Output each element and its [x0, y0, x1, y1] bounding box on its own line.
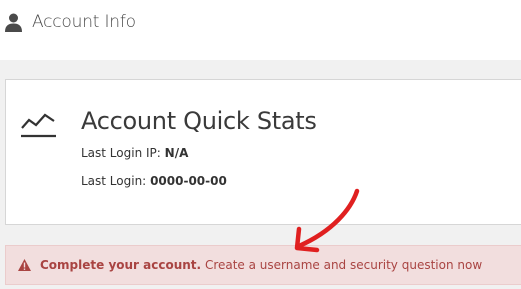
card-title: Account Quick Stats — [81, 107, 317, 135]
line-chart-icon — [21, 113, 56, 138]
last-login-ip-label: Last Login IP: — [81, 146, 161, 160]
alert-bold-text: Complete your account. — [40, 258, 202, 272]
warning-icon — [18, 259, 31, 271]
alert-link[interactable]: Create a username and security question … — [205, 258, 482, 272]
account-quick-stats-card: Account Quick Stats Last Login IP: N/A L… — [5, 79, 521, 225]
last-login: Last Login: 0000-00-00 — [81, 174, 227, 188]
user-icon — [5, 13, 22, 32]
red-arrow-annotation — [294, 188, 360, 253]
complete-account-alert[interactable]: Complete your account. Create a username… — [5, 245, 521, 285]
last-login-value: 0000-00-00 — [150, 174, 227, 188]
last-login-label: Last Login: — [81, 174, 147, 188]
alert-message: Complete your account. Create a username… — [40, 258, 482, 272]
page-title: Account Info — [32, 12, 136, 32]
last-login-ip-value: N/A — [164, 146, 189, 160]
page-header: Account Info — [0, 0, 521, 60]
last-login-ip: Last Login IP: N/A — [81, 146, 188, 160]
